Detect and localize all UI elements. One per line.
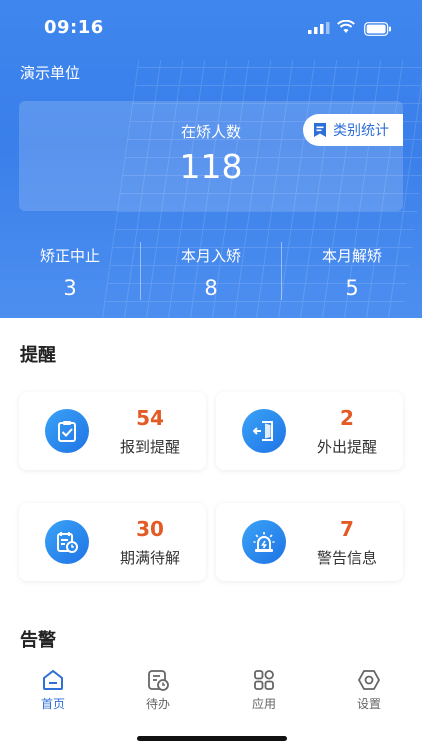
apps-icon: [254, 670, 274, 690]
tab-apps[interactable]: 应用: [234, 668, 294, 712]
tab-home[interactable]: 首页: [23, 668, 83, 712]
reminder-label: 报到提醒: [119, 438, 180, 456]
organization-name: 演示单位: [20, 64, 81, 82]
reminder-outing[interactable]: 2 外出提醒: [216, 392, 403, 470]
reminder-warning[interactable]: 7 警告信息: [216, 503, 403, 581]
battery-icon: [364, 22, 391, 36]
stat-suspended[interactable]: 矫正中止 3: [0, 242, 140, 300]
stat-month-released[interactable]: 本月解矫 5: [282, 242, 422, 300]
tab-label: 设置: [356, 697, 381, 711]
tab-settings[interactable]: 设置: [339, 668, 399, 712]
category-stats-label: 类别统计: [333, 123, 389, 139]
reminder-count: 30: [136, 517, 164, 541]
tab-label: 应用: [251, 697, 276, 711]
summary-value: 118: [179, 147, 243, 186]
tab-todo[interactable]: 待办: [128, 668, 188, 712]
reminder-label: 警告信息: [316, 549, 377, 567]
reminder-count: 54: [136, 406, 164, 430]
reminder-label: 外出提醒: [316, 438, 377, 456]
reminder-count: 7: [340, 517, 354, 541]
todo-icon: [148, 670, 169, 691]
reminder-term-expiring[interactable]: 30 期满待解: [19, 503, 206, 581]
stat-label: 本月入矫: [180, 247, 241, 265]
reminders-title: 提醒: [20, 345, 56, 366]
alarm-light-icon: [242, 520, 286, 564]
home-indicator: [137, 736, 287, 741]
exit-door-icon: [242, 409, 286, 453]
stat-label: 本月解矫: [321, 247, 382, 265]
reminder-count: 2: [340, 406, 354, 430]
wifi-icon: [337, 20, 355, 33]
settings-icon: [357, 670, 381, 690]
bookmark-list-icon: [314, 123, 326, 137]
home-icon: [43, 669, 63, 690]
reminder-checkin[interactable]: 54 报到提醒: [19, 392, 206, 470]
tab-label: 首页: [40, 697, 65, 711]
status-bar: 09:16: [0, 14, 422, 44]
stats-row: 矫正中止 3 本月入矫 8 本月解矫 5: [0, 242, 422, 302]
stat-value: 5: [345, 276, 359, 300]
stat-value: 8: [204, 276, 218, 300]
tab-label: 待办: [145, 697, 170, 711]
status-time: 09:16: [44, 17, 104, 38]
cellular-signal-icon: [308, 22, 330, 34]
reminder-label: 期满待解: [119, 549, 180, 567]
stat-value: 3: [63, 276, 77, 300]
stat-month-entered[interactable]: 本月入矫 8: [141, 242, 281, 300]
calendar-clock-icon: [45, 520, 89, 564]
alerts-title: 告警: [20, 630, 56, 651]
clipboard-check-icon: [45, 409, 89, 453]
category-stats-button[interactable]: 类别统计: [303, 114, 403, 146]
stat-label: 矫正中止: [39, 247, 100, 265]
